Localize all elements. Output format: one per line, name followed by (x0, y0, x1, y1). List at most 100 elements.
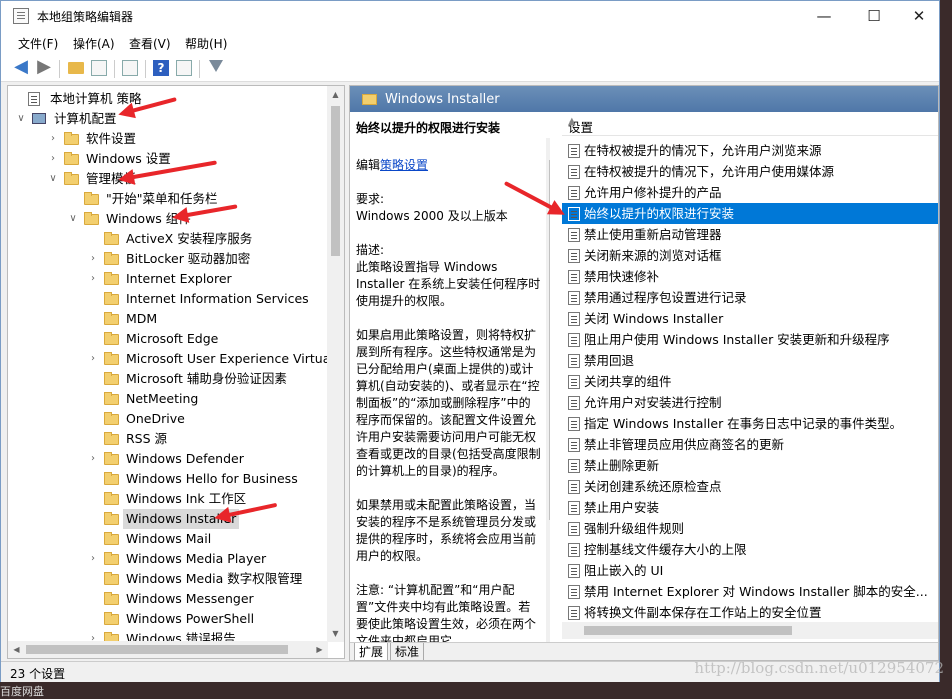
setting-row[interactable]: 禁止用户安装 (562, 497, 938, 518)
scroll-thumb[interactable] (584, 626, 792, 635)
setting-row[interactable]: 禁用 Internet Explorer 对 Windows Installer… (562, 581, 938, 602)
tree-item[interactable]: Windows Hello for Business (8, 469, 328, 489)
setting-row[interactable]: 强制升级组件规则 (562, 518, 938, 539)
setting-row[interactable]: 指定 Windows Installer 在事务日志中记录的事件类型。 (562, 413, 938, 434)
setting-row[interactable]: 阻止用户使用 Windows Installer 安装更新和升级程序 (562, 329, 938, 350)
tree-item[interactable]: Windows Ink 工作区 (8, 489, 328, 509)
setting-row[interactable]: 关闭共享的组件 (562, 371, 938, 392)
tree-item-label: BitLocker 驱动器加密 (126, 251, 251, 266)
setting-row[interactable]: 在特权被提升的情况下，允许用户使用媒体源 (562, 161, 938, 182)
chevron-right-icon[interactable]: › (87, 349, 99, 369)
tree-item[interactable]: NetMeeting (8, 389, 328, 409)
tree-item[interactable]: ∨ Windows 组件 (8, 209, 328, 229)
scroll-right-arrow-icon[interactable]: ▶ (311, 641, 328, 658)
description-paragraph-1: 此策略设置指导 Windows Installer 在系统上安装任何程序时使用提… (356, 260, 541, 308)
chevron-right-icon[interactable]: › (47, 129, 59, 149)
setting-row[interactable]: 在特权被提升的情况下，允许用户浏览来源 (562, 140, 938, 161)
back-arrow-icon[interactable]: ◀ (11, 58, 31, 78)
setting-row[interactable]: 禁止删除更新 (562, 455, 938, 476)
setting-row[interactable]: 禁止使用重新启动管理器 (562, 224, 938, 245)
chevron-down-icon[interactable]: ∨ (67, 209, 79, 229)
scroll-thumb[interactable] (26, 645, 288, 654)
close-button[interactable]: ✕ (896, 1, 942, 32)
minimize-button[interactable]: — (801, 1, 847, 32)
tree-vertical-scrollbar[interactable]: ▲ ▼ (327, 86, 344, 642)
properties-icon[interactable] (176, 60, 192, 76)
tree-item[interactable]: Microsoft Edge (8, 329, 328, 349)
scroll-up-arrow-icon[interactable]: ▲ (327, 86, 344, 103)
tree-item[interactable]: › Windows Defender (8, 449, 328, 469)
setting-label: 阻止嵌入的 UI (584, 563, 664, 578)
scroll-down-arrow-icon[interactable]: ▼ (327, 625, 344, 642)
chevron-down-icon[interactable]: ∨ (47, 169, 59, 189)
help-icon[interactable]: ? (153, 60, 169, 76)
setting-row[interactable]: 关闭新来源的浏览对话框 (562, 245, 938, 266)
tree-item[interactable]: › Internet Explorer (8, 269, 328, 289)
tree-item[interactable]: OneDrive (8, 409, 328, 429)
menu-file[interactable]: 文件(F) (18, 35, 58, 52)
setting-row[interactable]: 控制基线文件缓存大小的上限 (562, 539, 938, 560)
folder-icon (104, 492, 119, 505)
tree-item[interactable]: MDM (8, 309, 328, 329)
tree-item-label: Windows Hello for Business (126, 471, 298, 486)
chevron-right-icon[interactable]: › (87, 269, 99, 289)
setting-row[interactable]: 允许用户对安装进行控制 (562, 392, 938, 413)
settings-column-header[interactable]: 设置 ▲ (562, 112, 938, 136)
tree-item[interactable]: ∨ 计算机配置 (8, 109, 328, 129)
setting-row[interactable]: 禁用回退 (562, 350, 938, 371)
scroll-thumb[interactable] (331, 106, 340, 256)
maximize-button[interactable]: ☐ (851, 1, 897, 32)
menu-help[interactable]: 帮助(H) (185, 35, 227, 52)
tree-item[interactable]: Windows Mail (8, 529, 328, 549)
setting-row[interactable]: 始终以提升的权限进行安装 (562, 203, 938, 224)
setting-label: 允许用户对安装进行控制 (584, 395, 722, 410)
setting-label: 禁止删除更新 (584, 458, 660, 473)
chevron-right-icon[interactable]: › (87, 249, 99, 269)
scroll-left-arrow-icon[interactable]: ◀ (8, 641, 25, 658)
filter-icon[interactable] (209, 60, 223, 72)
tree-item[interactable]: Windows PowerShell (8, 609, 328, 629)
setting-row[interactable]: 禁用快速修补 (562, 266, 938, 287)
tree-item[interactable]: Windows Media 数字权限管理 (8, 569, 328, 589)
setting-row[interactable]: 将转换文件副本保存在工作站上的安全位置 (562, 602, 938, 623)
setting-row[interactable]: 阻止嵌入的 UI (562, 560, 938, 581)
setting-row[interactable]: 禁止非管理员应用供应商签名的更新 (562, 434, 938, 455)
tree-item[interactable]: RSS 源 (8, 429, 328, 449)
show-hide-tree-icon[interactable] (91, 60, 107, 76)
tree-item[interactable]: › Windows Media Player (8, 549, 328, 569)
tree-item[interactable]: › Windows 设置 (8, 149, 328, 169)
setting-row[interactable]: 禁用通过程序包设置进行记录 (562, 287, 938, 308)
folder-up-icon[interactable] (68, 62, 84, 74)
setting-row[interactable]: 允许用户修补提升的产品 (562, 182, 938, 203)
menu-bar: 文件(F) 操作(A) 查看(V) 帮助(H) (1, 32, 939, 54)
chevron-right-icon[interactable]: › (47, 149, 59, 169)
menu-action[interactable]: 操作(A) (73, 35, 115, 52)
menu-view[interactable]: 查看(V) (129, 35, 171, 52)
tree-item[interactable]: › BitLocker 驱动器加密 (8, 249, 328, 269)
tree-item[interactable]: ActiveX 安装程序服务 (8, 229, 328, 249)
chevron-right-icon[interactable]: › (87, 449, 99, 469)
chevron-right-icon[interactable]: › (87, 549, 99, 569)
export-list-icon[interactable] (122, 60, 138, 76)
tree-item[interactable]: Microsoft 辅助身份验证因素 (8, 369, 328, 389)
tab-extended[interactable]: 扩展 (354, 643, 389, 660)
tab-standard[interactable]: 标准 (390, 643, 425, 660)
tree-horizontal-scrollbar[interactable]: ◀ ▶ (8, 641, 328, 658)
background-text: 百度网盘 (0, 685, 44, 698)
forward-arrow-icon[interactable]: ▶ (34, 58, 54, 78)
settings-horizontal-scrollbar[interactable] (562, 622, 938, 639)
tree-item[interactable]: Internet Information Services (8, 289, 328, 309)
folder-icon (104, 372, 119, 385)
tree-item[interactable]: Windows Messenger (8, 589, 328, 609)
tree-item[interactable]: › 软件设置 (8, 129, 328, 149)
setting-row[interactable]: 关闭 Windows Installer (562, 308, 938, 329)
tree-item[interactable]: "开始"菜单和任务栏 (8, 189, 328, 209)
edit-prefix: 编辑 (356, 158, 381, 172)
edit-policy-settings-link[interactable]: 策略设置 (380, 158, 428, 172)
tree-item[interactable]: Windows Installer (8, 509, 328, 529)
chevron-down-icon[interactable]: ∨ (15, 109, 27, 129)
setting-label: 控制基线文件缓存大小的上限 (584, 542, 747, 557)
tree-item[interactable]: › Microsoft User Experience Virtualizat (8, 349, 344, 369)
setting-row[interactable]: 关闭创建系统还原检查点 (562, 476, 938, 497)
setting-label: 指定 Windows Installer 在事务日志中记录的事件类型。 (584, 416, 903, 431)
